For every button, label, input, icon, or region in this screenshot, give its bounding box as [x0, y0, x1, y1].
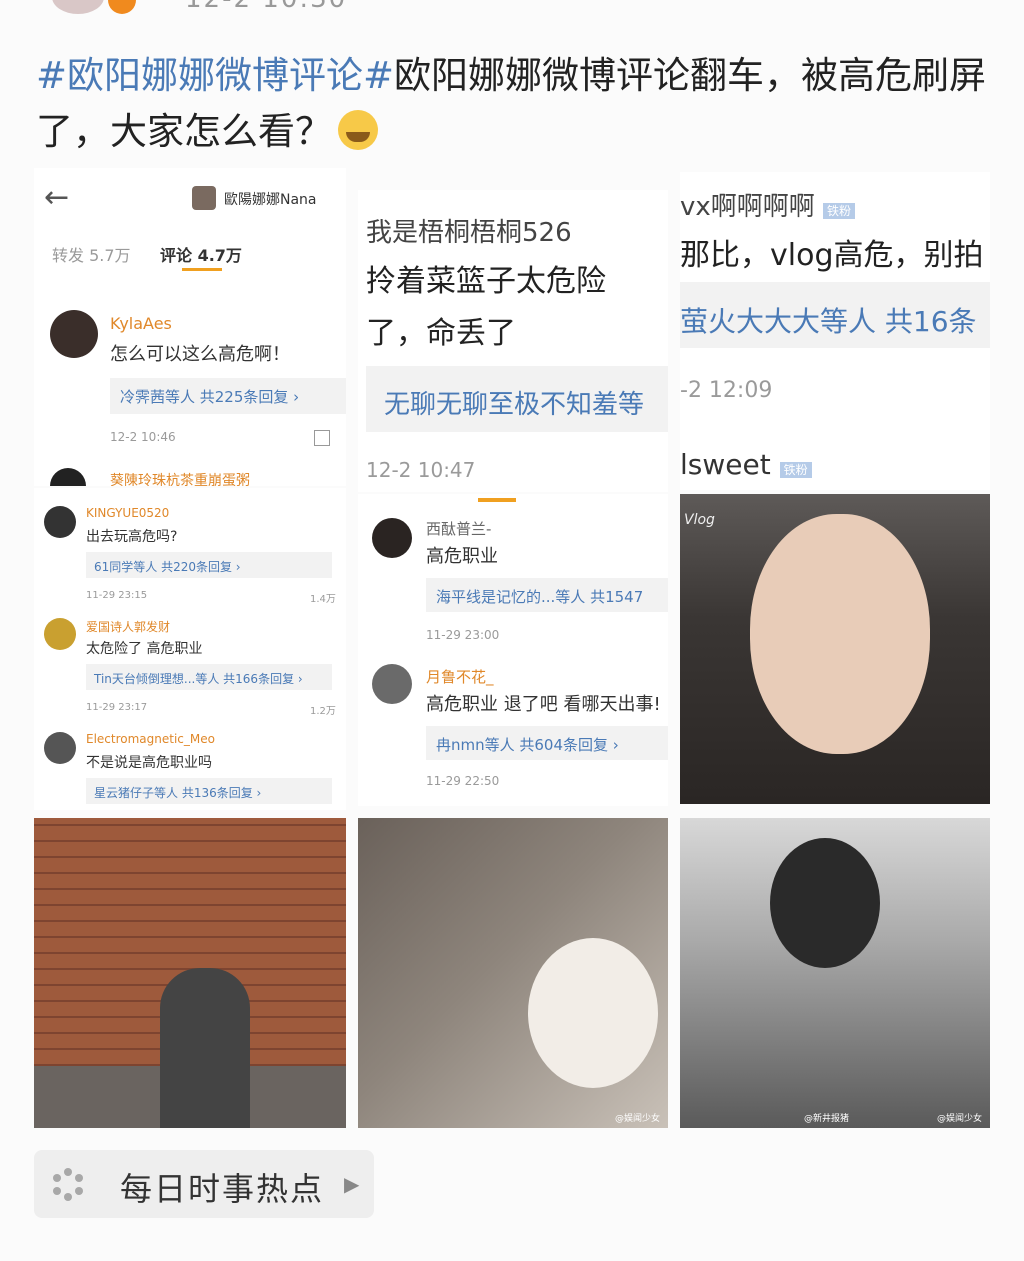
- avatar[interactable]: [44, 732, 76, 764]
- reply-box[interactable]: 萤火大大大等人 共16条: [680, 282, 990, 348]
- back-arrow-icon[interactable]: ←: [44, 180, 69, 215]
- comment-time: 12-2 10:47: [366, 458, 476, 482]
- comment-time: 11-29 23:17: [86, 702, 148, 713]
- comment-user[interactable]: KINGYUE0520: [86, 506, 169, 520]
- reply-box[interactable]: 海平线是记忆的...等人 共1547: [426, 578, 668, 612]
- comment-time: 11-29 23:15: [86, 590, 148, 601]
- reply-box[interactable]: 无聊无聊至极不知羞等: [366, 366, 668, 432]
- reply-summary: 星云猪仔子等人 共136条回复 ›: [94, 786, 262, 800]
- person-shape: [160, 968, 250, 1128]
- vlog-label: Vlog: [684, 512, 715, 528]
- reply-box[interactable]: 61同学等人 共220条回复 ›: [86, 552, 332, 578]
- tab-indicator: [478, 498, 516, 502]
- screenshot-panel-1: ← 歐陽娜娜Nana 转发 5.7万 评论 4.7万 KylaAes 怎么可以这…: [34, 168, 346, 486]
- comment-text: 高危职业 退了吧 看哪天出事!: [426, 694, 661, 715]
- post-hashtag[interactable]: #欧阳娜娜微博评论#: [36, 54, 394, 97]
- author-avatar[interactable]: [52, 0, 104, 14]
- avatar[interactable]: [44, 618, 76, 650]
- comment-user[interactable]: Electromagnetic_Meo: [86, 732, 215, 746]
- reply-summary: 冉nmn等人 共604条回复 ›: [436, 736, 619, 754]
- user-avatar: [192, 186, 216, 210]
- reply-box[interactable]: Tin天台倾倒理想...等人 共166条回复 ›: [86, 664, 332, 690]
- next-comment-user: 葵陳玲珠杭茶重崩蛋粥: [110, 473, 250, 486]
- comment-time: 11-29 22:50: [426, 774, 500, 788]
- post-text: #欧阳娜娜微博评论#欧阳娜娜微博评论翻车，被高危刷屏了，大家怎么看？: [36, 48, 996, 160]
- chevron-right-icon: ▶: [344, 1172, 360, 1196]
- comment-time: -2 12:09: [680, 378, 773, 403]
- reply-summary: 冷霁茜等人 共225条回复 ›: [120, 388, 300, 406]
- tab-comment[interactable]: 评论 4.7万: [160, 242, 242, 266]
- panel-username: 歐陽娜娜Nana: [224, 192, 317, 208]
- fan-badge: 铁粉: [823, 203, 856, 219]
- face-shape: [750, 514, 930, 754]
- like-count[interactable]: 1.4万: [310, 590, 336, 605]
- fan-badge: 铁粉: [779, 462, 812, 478]
- screenshot-panel-2: KINGYUE0520 出去玩高危吗? 61同学等人 共220条回复 › 11-…: [34, 488, 346, 810]
- comment-text: 怎么可以这么高危啊！: [110, 344, 290, 365]
- reply-summary: 无聊无聊至极不知羞等: [384, 390, 645, 420]
- comment-user[interactable]: KylaAes: [110, 314, 172, 333]
- reply-box[interactable]: 冷霁茜等人 共225条回复 ›: [110, 378, 346, 414]
- comment-text: 不是说是高危职业吗: [86, 755, 212, 771]
- comment-text: 出去玩高危吗?: [86, 529, 178, 545]
- watermark: @娱闻少女: [614, 1114, 660, 1124]
- comment-user[interactable]: 爱国诗人郭发财: [86, 618, 170, 635]
- watermark: @娱闻少女: [936, 1114, 982, 1124]
- share-icon[interactable]: [314, 430, 330, 446]
- photo-brick-wall[interactable]: [34, 818, 346, 1128]
- screenshot-panel-4: 西酞普兰- 高危职业 海平线是记忆的...等人 共1547 11-29 23:0…: [358, 494, 668, 806]
- avatar[interactable]: [50, 468, 86, 486]
- photo-airport[interactable]: @新井报猪 @娱闻少女: [680, 818, 990, 1128]
- reply-summary: Tin天台倾倒理想...等人 共166条回复 ›: [94, 672, 303, 686]
- comment-text: 太危险了 高危职业: [86, 641, 203, 657]
- photo-cat[interactable]: @娱闻少女: [358, 818, 668, 1128]
- comment-time: 12-2 10:46: [110, 430, 176, 444]
- comment-text: 高危职业: [426, 546, 498, 567]
- comment-user[interactable]: vx啊啊啊啊 铁粉: [680, 186, 856, 223]
- comment-time: 11-29 23:00: [426, 628, 500, 642]
- cat-shape: [528, 938, 658, 1088]
- reply-summary: 萤火大大大等人 共16条: [680, 305, 977, 338]
- comment-text: 那比，vlog高危，别拍: [680, 238, 984, 273]
- verified-badge-icon: [108, 0, 136, 14]
- topic-label: 每日时事热点: [120, 1170, 325, 1208]
- screenshot-panel-3: 我是梧桐梧桐526 拎着菜篮子太危险了，命丢了 无聊无聊至极不知羞等 12-2 …: [358, 190, 668, 492]
- tab-repost[interactable]: 转发 5.7万: [52, 242, 131, 266]
- comment-user[interactable]: 我是梧桐梧桐526: [366, 212, 572, 249]
- avatar[interactable]: [50, 310, 98, 358]
- cap-shape: [770, 838, 880, 968]
- reply-box[interactable]: 冉nmn等人 共604条回复 ›: [426, 726, 668, 760]
- reply-box[interactable]: 星云猪仔子等人 共136条回复 ›: [86, 778, 332, 804]
- photo-selfie[interactable]: Vlog: [680, 494, 990, 804]
- avatar[interactable]: [372, 664, 412, 704]
- comment-text: 拎着菜篮子太危险了，命丢了: [366, 264, 606, 351]
- next-comment-user[interactable]: lsweet 铁粉: [680, 448, 812, 481]
- avatar[interactable]: [44, 506, 76, 538]
- avatar[interactable]: [372, 518, 412, 558]
- tab-indicator: [182, 268, 222, 271]
- comment-user[interactable]: 月鲁不花_: [426, 666, 494, 687]
- post-time: 12-2 10:30: [185, 0, 347, 14]
- screenshot-panel-5: vx啊啊啊啊 铁粉 那比，vlog高危，别拍 萤火大大大等人 共16条 -2 1…: [680, 172, 990, 490]
- reply-summary: 海平线是记忆的...等人 共1547: [436, 588, 644, 606]
- comment-user[interactable]: 西酞普兰-: [426, 518, 491, 539]
- watermark: @新井报猪: [804, 1114, 850, 1124]
- reply-summary: 61同学等人 共220条回复 ›: [94, 560, 241, 574]
- like-count[interactable]: 1.2万: [310, 702, 336, 717]
- laughing-emoji-icon: [338, 110, 378, 150]
- topic-icon: [53, 1168, 83, 1201]
